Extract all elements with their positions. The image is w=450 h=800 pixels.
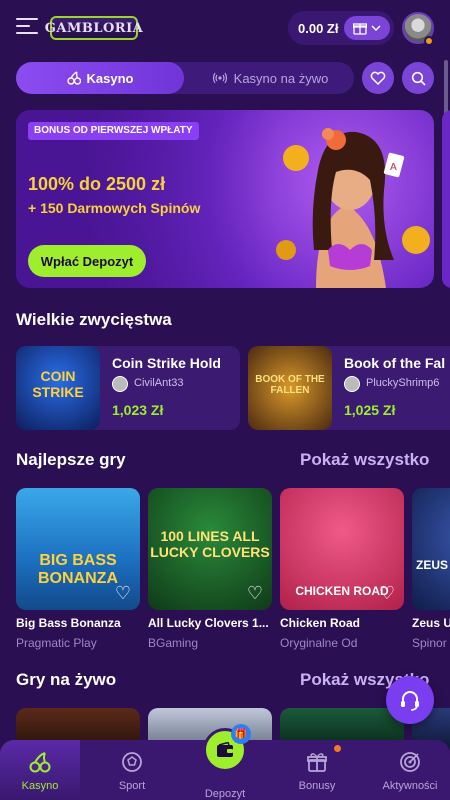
balance-value: 0.00 Zł [298, 20, 339, 36]
nav-label: Depozyt [204, 788, 246, 800]
cherry-icon [66, 71, 81, 85]
game-art-text: ZEUS [416, 558, 449, 572]
win-card[interactable]: BOOK OF THE FALLEN Book of the Fal Pluck… [248, 346, 450, 430]
cherry-icon [28, 750, 52, 774]
top-games-show-all-link[interactable]: Pokaż wszystko [300, 450, 429, 470]
wallet-icon [217, 742, 233, 757]
win-amount: 1,023 Zł [112, 402, 164, 418]
game-provider: Spinor [412, 636, 447, 650]
win-thumb-art: BOOK OF THE FALLEN [255, 374, 325, 396]
game-card-zeus[interactable]: ZEUS [412, 488, 450, 610]
promo-banner[interactable]: A BONUS OD PIERWSZEJ WPŁATY 100% do 2500… [16, 110, 434, 288]
game-name: Big Bass Bonanza [16, 616, 121, 630]
nav-item-sport[interactable]: Sport [87, 740, 177, 800]
nav-item-bonuses[interactable]: Bonusy [272, 740, 362, 800]
user-avatar [112, 376, 128, 392]
banner-subtitle: + 150 Darmowych Spinów [28, 200, 201, 216]
win-game-thumbnail: COIN STRIKE [16, 346, 100, 430]
win-game-thumbnail: BOOK OF THE FALLEN [248, 346, 332, 430]
live-games-title: Gry na żywo [16, 670, 117, 689]
game-provider: Oryginalne Od [280, 636, 358, 650]
game-card-chicken-road[interactable]: CHICKEN ROAD ♡ [280, 488, 404, 610]
bonus-notification-dot [334, 745, 341, 752]
tab-casino[interactable]: Kasyno [16, 62, 184, 94]
game-name: Chicken Road [280, 616, 361, 630]
search-button[interactable] [402, 62, 434, 94]
nav-label: Aktywności [382, 780, 438, 792]
target-icon [398, 750, 422, 774]
broadcast-icon [212, 72, 227, 84]
top-header: GAMBLORIA 0.00 Zł [0, 0, 450, 56]
bonus-dropdown[interactable] [344, 16, 390, 40]
favorites-button[interactable] [362, 62, 394, 94]
win-game-name: Coin Strike Hold [112, 355, 221, 371]
menu-icon[interactable] [16, 18, 38, 36]
headset-icon [401, 691, 419, 711]
favorite-heart-icon[interactable]: ♡ [244, 582, 266, 604]
nav-item-casino[interactable]: Kasyno [0, 740, 85, 800]
game-name: All Lucky Clovers 1... [148, 616, 269, 630]
next-banner-peek[interactable] [442, 110, 450, 288]
tab-casino-label: Kasyno [86, 70, 134, 86]
gift-icon [305, 750, 329, 774]
win-username: CivilAnt33 [134, 377, 184, 389]
banner-tag: BONUS OD PIERWSZEJ WPŁATY [28, 122, 199, 140]
top-games-title: Najlepsze gry [16, 450, 126, 469]
deposit-cta-button[interactable]: Wpłać Depozyt [28, 245, 146, 277]
chevron-down-icon [371, 25, 381, 32]
favorite-heart-icon[interactable]: ♡ [376, 582, 398, 604]
tab-live-casino[interactable]: Kasyno na żywo [186, 62, 354, 94]
heart-icon [370, 71, 386, 85]
gift-icon [353, 23, 367, 35]
game-provider: Pragmatic Play [16, 636, 97, 650]
game-card-all-lucky-clovers[interactable]: 100 LINES ALL LUCKY CLOVERS ♡ [148, 488, 272, 610]
win-amount: 1,025 Zł [344, 402, 396, 418]
banner-title: 100% do 2500 zł [28, 174, 166, 194]
svg-text:A: A [390, 162, 397, 173]
nav-label: Bonusy [298, 780, 336, 792]
nav-label: Kasyno [21, 780, 59, 792]
support-chat-button[interactable] [386, 676, 434, 724]
banner-girl-illustration: A [266, 110, 434, 288]
win-game-name: Book of the Fal [344, 355, 446, 371]
nav-label: Sport [118, 780, 146, 792]
nav-item-activity[interactable]: Aktywności [365, 740, 450, 800]
avatar-status-dot [424, 36, 434, 46]
game-name: Zeus U [412, 616, 450, 630]
casino-home-page: GAMBLORIA 0.00 Zł Kasyno Kasyno na żywo [0, 0, 450, 800]
win-thumb-art: COIN STRIKE [32, 368, 84, 400]
logo-text: GAMBLORIA [44, 20, 144, 36]
favorite-heart-icon[interactable]: ♡ [112, 582, 134, 604]
tab-live-casino-label: Kasyno na żywo [233, 70, 329, 86]
user-avatar [344, 376, 360, 392]
gift-badge-icon: 🎁 [231, 724, 251, 744]
game-card-big-bass-bonanza[interactable]: BIG BASS BONANZA ♡ [16, 488, 140, 610]
site-logo[interactable]: GAMBLORIA [45, 16, 143, 40]
casino-tabs: Kasyno Kasyno na żywo [16, 62, 354, 94]
football-icon [120, 750, 144, 774]
balance-pill[interactable]: 0.00 Zł [288, 11, 394, 45]
game-provider: BGaming [148, 636, 199, 650]
big-wins-title: Wielkie zwycięstwa [16, 310, 172, 329]
game-art-text: 100 LINES ALL LUCKY CLOVERS [150, 528, 270, 560]
win-card[interactable]: COIN STRIKE Coin Strike Hold CivilAnt33 … [16, 346, 240, 430]
search-icon [411, 71, 426, 86]
win-username: PluckyShrimp6 [366, 377, 440, 389]
